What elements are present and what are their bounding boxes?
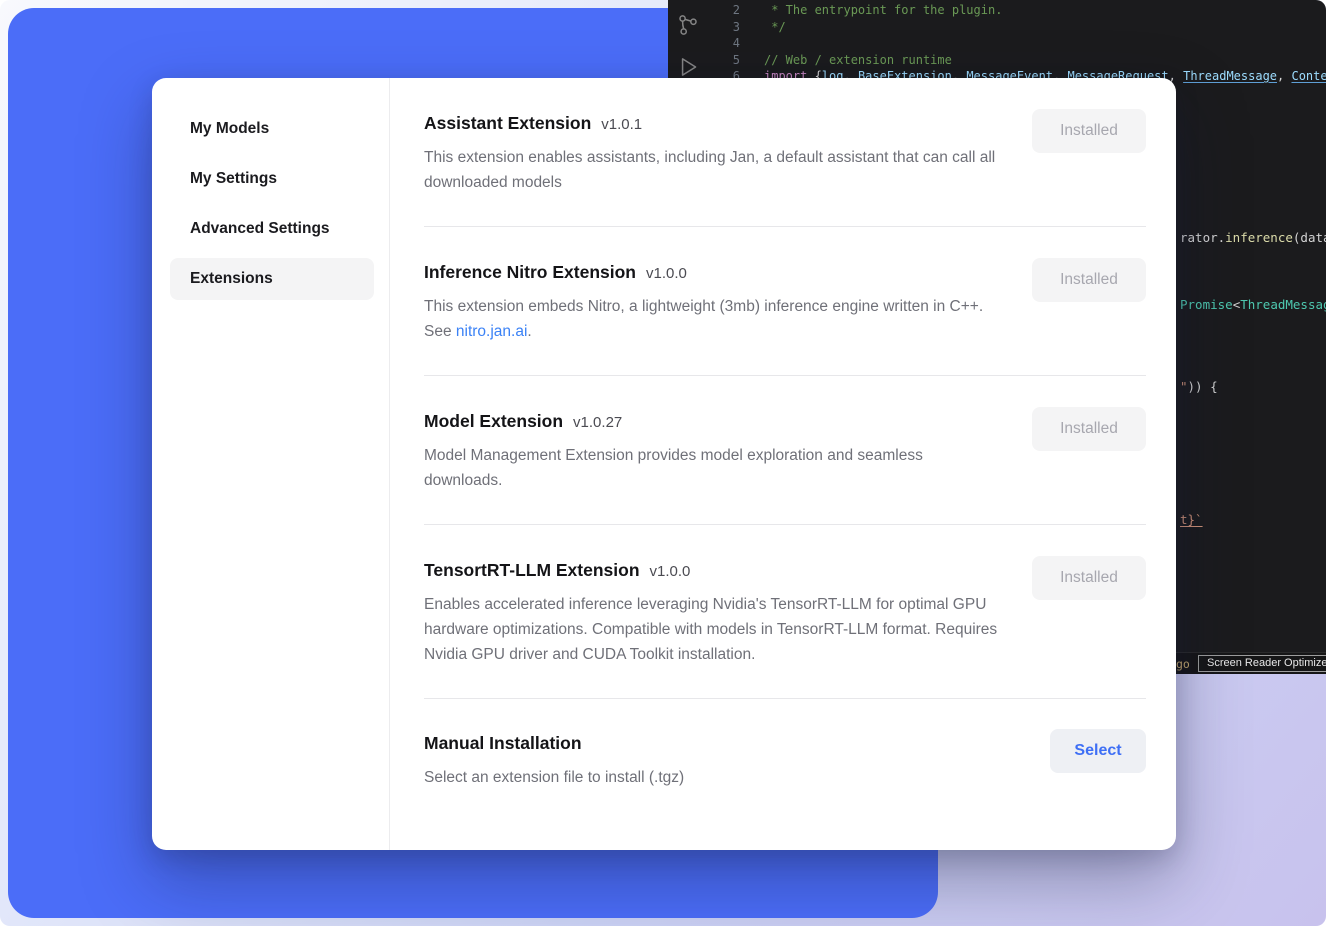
extension-info: TensortRT-LLM Extension v1.0.0 Enables a… [424, 556, 1002, 667]
nitro-link[interactable]: nitro.jan.ai [456, 323, 528, 340]
extension-name: Inference Nitro Extension [424, 258, 636, 286]
extension-row-model: Model Extension v1.0.27 Model Management… [424, 376, 1146, 524]
extension-description: Enables accelerated inference leveraging… [424, 592, 1002, 667]
code-text: // Web / extension runtime [764, 52, 952, 69]
code-token: ContentType [1291, 69, 1326, 83]
code-text: * The entrypoint for the plugin. [764, 2, 1002, 19]
extension-name: TensortRT-LLM Extension [424, 556, 640, 584]
settings-modal: My Models My Settings Advanced Settings … [152, 78, 1176, 850]
code-token: " [1180, 379, 1188, 394]
code-token: , [1277, 69, 1291, 83]
code-fragment: Promise<ThreadMessage> [1180, 297, 1326, 312]
status-text: go [1176, 657, 1190, 671]
extension-title-row: Inference Nitro Extension v1.0.0 [424, 258, 1002, 286]
code-line: 4 [708, 35, 1326, 52]
installed-button[interactable]: Installed [1032, 407, 1146, 451]
code-token: */ [764, 20, 786, 34]
extension-version: v1.0.27 [573, 414, 622, 431]
code-token: )) { [1188, 379, 1218, 394]
code-token: ThreadMessage [1183, 69, 1277, 83]
extension-title-row: TensortRT-LLM Extension v1.0.0 [424, 556, 1002, 584]
sidebar-item-my-models[interactable]: My Models [170, 108, 374, 150]
code-token: Promise [1180, 297, 1233, 312]
select-file-button[interactable]: Select [1050, 729, 1146, 773]
extension-description: Model Management Extension provides mode… [424, 443, 1002, 493]
sidebar-item-my-settings[interactable]: My Settings [170, 158, 374, 200]
code-line: 3 */ [708, 19, 1326, 36]
code-token: inference [1225, 230, 1293, 245]
extension-info: Inference Nitro Extension v1.0.0 This ex… [424, 258, 1002, 344]
desktop: 2 * The entrypoint for the plugin. 3 */ … [0, 0, 1326, 926]
line-number: 2 [708, 2, 740, 19]
extension-version: v1.0.0 [646, 265, 687, 282]
line-number: 5 [708, 52, 740, 69]
code-fragment: rator.inference(data)); [1180, 230, 1326, 245]
extension-name: Assistant Extension [424, 109, 591, 137]
extensions-panel: Assistant Extension v1.0.1 This extensio… [390, 78, 1176, 850]
extension-row-tensorrt-llm: TensortRT-LLM Extension v1.0.0 Enables a… [424, 525, 1146, 698]
line-number: 4 [708, 35, 740, 52]
code-token: ThreadMessage [1240, 297, 1326, 312]
code-fragment: t}` [1180, 512, 1203, 527]
extension-info: Model Extension v1.0.27 Model Management… [424, 407, 1002, 493]
code-token: t}` [1180, 512, 1203, 527]
settings-sidebar: My Models My Settings Advanced Settings … [152, 78, 390, 850]
installed-button[interactable]: Installed [1032, 556, 1146, 600]
code-fragment: ")) { [1180, 379, 1218, 394]
extension-info: Assistant Extension v1.0.1 This extensio… [424, 109, 1002, 195]
code-line: 2 * The entrypoint for the plugin. [708, 2, 1326, 19]
code-line: 5 // Web / extension runtime [708, 52, 1326, 69]
code-token: (data)); [1293, 230, 1326, 245]
extension-version: v1.0.0 [650, 563, 691, 580]
extension-description: This extension embeds Nitro, a lightweig… [424, 294, 1002, 344]
sidebar-item-extensions[interactable]: Extensions [170, 258, 374, 300]
manual-installation-description: Select an extension file to install (.tg… [424, 765, 684, 790]
extension-title-row: Manual Installation [424, 729, 684, 757]
manual-installation-title: Manual Installation [424, 729, 582, 757]
manual-installation-row: Manual Installation Select an extension … [424, 699, 1146, 818]
extension-name: Model Extension [424, 407, 563, 435]
extension-title-row: Assistant Extension v1.0.1 [424, 109, 1002, 137]
source-control-icon[interactable] [675, 12, 701, 38]
code-token: rator. [1180, 230, 1225, 245]
extension-version: v1.0.1 [601, 116, 642, 133]
extension-description: This extension enables assistants, inclu… [424, 145, 1002, 195]
line-number: 3 [708, 19, 740, 36]
code-text: */ [764, 19, 786, 36]
code-token: // Web / extension runtime [764, 53, 952, 67]
extension-title-row: Model Extension v1.0.27 [424, 407, 1002, 435]
sidebar-item-advanced-settings[interactable]: Advanced Settings [170, 208, 374, 250]
installed-button[interactable]: Installed [1032, 109, 1146, 153]
extension-row-inference-nitro: Inference Nitro Extension v1.0.0 This ex… [424, 227, 1146, 375]
code-area: 2 * The entrypoint for the plugin. 3 */ … [708, 2, 1326, 85]
run-icon[interactable] [675, 54, 701, 80]
description-text: . [527, 323, 531, 340]
extension-info: Manual Installation Select an extension … [424, 729, 684, 790]
screen-reader-status: Screen Reader Optimize [1198, 655, 1326, 672]
extension-row-assistant: Assistant Extension v1.0.1 This extensio… [424, 78, 1146, 226]
code-token: * The entrypoint for the plugin. [764, 3, 1002, 17]
installed-button[interactable]: Installed [1032, 258, 1146, 302]
